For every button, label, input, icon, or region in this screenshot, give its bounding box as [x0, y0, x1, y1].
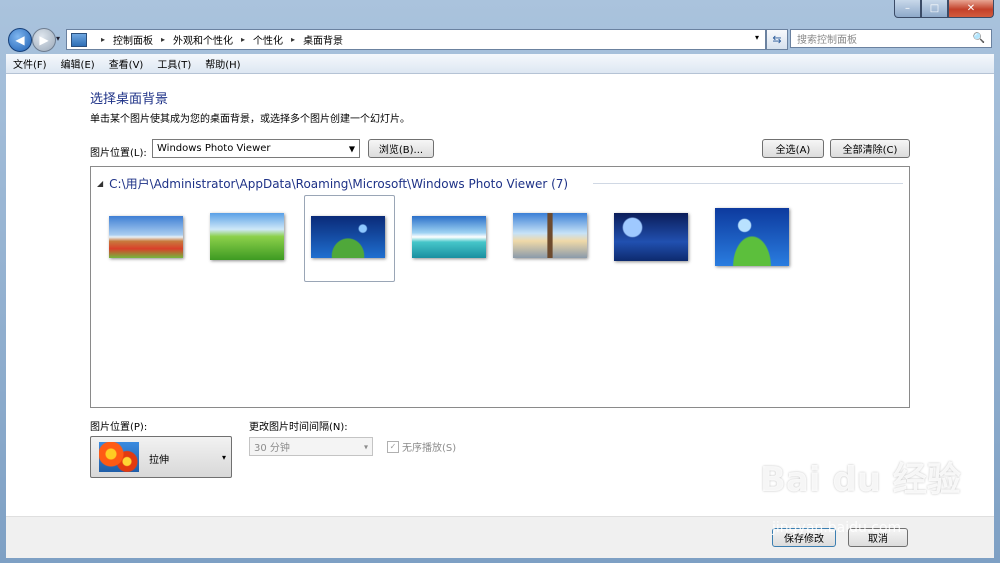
refresh-icon: ⇆: [772, 33, 782, 46]
address-bar[interactable]: ▸ 控制面板 ▸ 外观和个性化 ▸ 个性化 ▸ 桌面背景 ▾: [66, 29, 766, 50]
menu-tools[interactable]: 工具(T): [150, 56, 198, 71]
shuffle-label: 无序播放(S): [402, 443, 457, 454]
group-divider: [593, 183, 903, 184]
wallpaper-thumbnail[interactable]: [715, 208, 789, 266]
interval-label: 更改图片时间间隔(N):: [249, 422, 348, 433]
image-gallery: ◢ C:\用户\Administrator\AppData\Roaming\Mi…: [90, 166, 910, 408]
title-bar: – □ ✕: [0, 0, 1000, 26]
picture-position-value: 拉伸: [149, 455, 169, 466]
browse-button[interactable]: 浏览(B)...: [368, 139, 434, 158]
address-dropdown-icon[interactable]: ▾: [755, 33, 759, 42]
forward-arrow-icon: ▶: [39, 33, 49, 47]
flower-preview-image: [99, 442, 139, 472]
wallpaper-thumbnail[interactable]: [412, 216, 486, 258]
control-panel-icon: [71, 32, 87, 47]
chevron-down-icon: ▾: [221, 453, 226, 462]
select-all-button[interactable]: 全选(A): [762, 139, 824, 158]
back-button[interactable]: ◀: [8, 28, 32, 52]
maximize-button[interactable]: □: [921, 0, 948, 18]
menu-edit[interactable]: 编辑(E): [54, 56, 102, 71]
breadcrumb-separator-icon[interactable]: ▸: [161, 35, 165, 44]
breadcrumb-item-desktop-background[interactable]: 桌面背景: [303, 32, 343, 47]
group-title: C:\用户\Administrator\AppData\Roaming\Micr…: [109, 177, 569, 191]
forward-button[interactable]: ▶: [32, 28, 56, 52]
picture-position-select[interactable]: 拉伸 ▾: [90, 436, 232, 478]
search-input[interactable]: 搜索控制面板 🔍: [790, 29, 992, 48]
back-arrow-icon: ◀: [15, 33, 25, 47]
chevron-down-icon: ▼: [348, 144, 355, 153]
wallpaper-thumbnail[interactable]: [614, 213, 688, 261]
shuffle-checkbox[interactable]: ✓ 无序播放(S): [387, 439, 456, 454]
breadcrumb-item-appearance[interactable]: 外观和个性化: [173, 32, 233, 47]
baidu-watermark-logo: Bai du 经验: [760, 460, 961, 500]
wallpaper-thumbnail[interactable]: [513, 213, 587, 258]
clear-all-button[interactable]: 全部清除(C): [830, 139, 910, 158]
picture-position-label: 图片位置(P):: [90, 422, 148, 433]
interval-value: 30 分钟: [254, 443, 290, 454]
menu-help[interactable]: 帮助(H): [198, 56, 247, 71]
window: – □ ✕ ◀ ▶ ▾ ▸ 控制面板 ▸ 外观和个性化 ▸ 个性化 ▸ 桌面背景…: [0, 0, 1000, 563]
breadcrumb-item-personalization[interactable]: 个性化: [253, 32, 283, 47]
close-button[interactable]: ✕: [948, 0, 994, 18]
group-header[interactable]: ◢ C:\用户\Administrator\AppData\Roaming\Mi…: [97, 175, 568, 192]
page-title: 选择桌面背景: [90, 92, 169, 107]
wallpaper-thumbnail[interactable]: [311, 216, 385, 258]
minimize-button[interactable]: –: [894, 0, 921, 18]
picture-location-label: 图片位置(L):: [90, 148, 147, 159]
picture-location-select[interactable]: Windows Photo Viewer ▼: [152, 139, 360, 158]
baidu-watermark-url: jingyan.baidu.com: [772, 520, 902, 536]
breadcrumb: ▸ 控制面板 ▸ 外观和个性化 ▸ 个性化 ▸ 桌面背景: [93, 32, 343, 47]
menu-file[interactable]: 文件(F): [6, 56, 54, 71]
menu-view[interactable]: 查看(V): [102, 56, 151, 71]
checkmark-icon[interactable]: ✓: [387, 440, 399, 453]
breadcrumb-separator-icon[interactable]: ▸: [241, 35, 245, 44]
breadcrumb-separator-icon[interactable]: ▸: [101, 35, 105, 44]
refresh-button[interactable]: ⇆: [766, 29, 788, 50]
search-placeholder: 搜索控制面板: [797, 35, 857, 46]
caption-buttons: – □ ✕: [894, 0, 994, 18]
page-subtitle: 单击某个图片使其成为您的桌面背景，或选择多个图片创建一个幻灯片。: [90, 114, 410, 125]
chevron-down-icon: ▾: [363, 442, 368, 451]
wallpaper-thumbnail[interactable]: [109, 216, 183, 258]
breadcrumb-separator-icon[interactable]: ▸: [291, 35, 295, 44]
search-icon[interactable]: 🔍: [973, 33, 985, 44]
breadcrumb-item-control-panel[interactable]: 控制面板: [113, 32, 153, 47]
picture-location-value: Windows Photo Viewer: [157, 143, 271, 154]
navigation-bar: ◀ ▶ ▾ ▸ 控制面板 ▸ 外观和个性化 ▸ 个性化 ▸ 桌面背景 ▾ ⇆ 搜…: [0, 26, 1000, 54]
interval-select[interactable]: 30 分钟 ▾: [249, 437, 373, 456]
collapse-chevron-icon[interactable]: ◢: [97, 179, 103, 188]
recent-pages-dropdown[interactable]: ▾: [56, 34, 60, 43]
menu-bar: 文件(F) 编辑(E) 查看(V) 工具(T) 帮助(H): [6, 54, 994, 74]
main-content: 选择桌面背景 单击某个图片使其成为您的桌面背景，或选择多个图片创建一个幻灯片。 …: [6, 74, 994, 516]
wallpaper-thumbnail[interactable]: [210, 213, 284, 260]
